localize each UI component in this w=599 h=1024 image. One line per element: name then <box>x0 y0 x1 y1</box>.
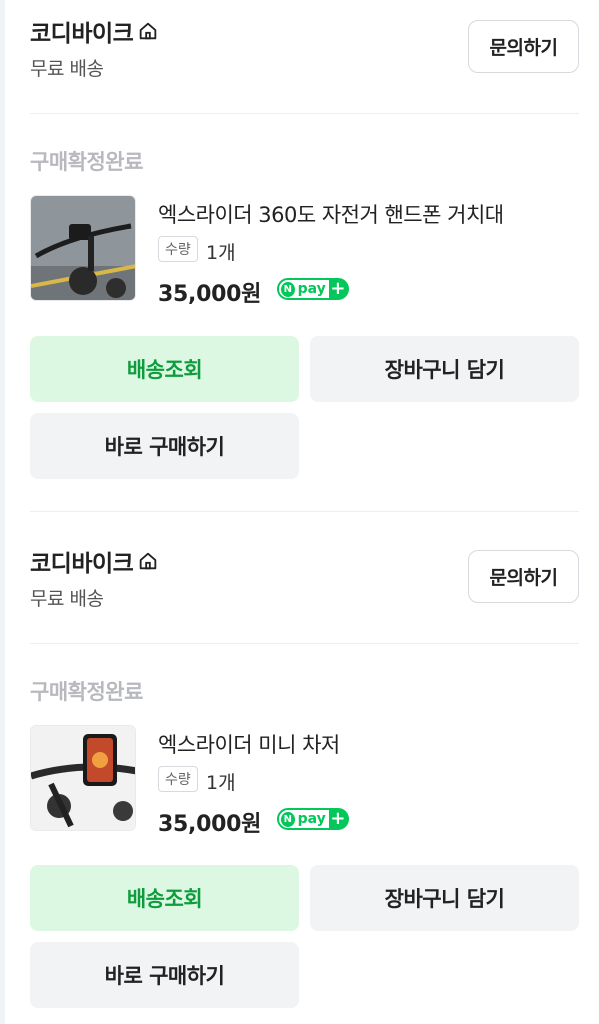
npay-n-icon: N <box>281 811 295 827</box>
npay-badge: N pay + <box>277 278 349 300</box>
order-status: 구매확정완료 <box>30 150 143 174</box>
shipping-info: 무료 배송 <box>30 588 104 610</box>
quantity-value: 1개 <box>206 242 236 264</box>
store-name: 코디바이크 <box>30 551 134 577</box>
store-header: 코디바이크 무료 배송 문의하기 <box>30 530 579 610</box>
store-link[interactable]: 코디바이크 <box>30 544 159 578</box>
inquiry-button[interactable]: 문의하기 <box>468 20 579 73</box>
product-name[interactable]: 엑스라이더 미니 차저 <box>158 729 340 759</box>
order-card: 코디바이크 무료 배송 문의하기 구매확정완료 엑스라이더 미니 차저 수량 1… <box>30 530 579 1024</box>
npay-n-icon: N <box>281 281 295 297</box>
add-to-cart-button[interactable]: 장바구니 담기 <box>310 865 579 931</box>
home-icon <box>140 22 157 40</box>
store-name: 코디바이크 <box>30 21 134 47</box>
plus-icon: + <box>328 808 347 829</box>
quantity-value: 1개 <box>206 772 236 794</box>
npay-label: pay <box>297 811 326 827</box>
product-price: 35,000원 <box>158 282 262 307</box>
quantity-badge: 수량 <box>158 236 198 262</box>
store-link[interactable]: 코디바이크 <box>30 14 159 48</box>
divider <box>30 643 579 644</box>
track-delivery-button[interactable]: 배송조회 <box>30 865 299 931</box>
add-to-cart-button[interactable]: 장바구니 담기 <box>310 336 579 402</box>
product-image <box>31 196 135 300</box>
quantity-badge: 수량 <box>158 766 198 792</box>
shipping-info: 무료 배송 <box>30 58 104 80</box>
order-status: 구매확정완료 <box>30 680 143 704</box>
buy-now-button[interactable]: 바로 구매하기 <box>30 942 299 1008</box>
npay-label: pay <box>297 281 326 297</box>
product-thumbnail[interactable] <box>30 725 136 831</box>
divider <box>30 113 579 114</box>
section-divider <box>30 511 579 512</box>
product-price: 35,000원 <box>158 812 262 837</box>
product-thumbnail[interactable] <box>30 195 136 301</box>
product-image <box>31 726 135 830</box>
inquiry-button[interactable]: 문의하기 <box>468 550 579 603</box>
page-edge <box>0 0 5 1024</box>
track-delivery-button[interactable]: 배송조회 <box>30 336 299 402</box>
plus-icon: + <box>328 278 347 299</box>
buy-now-button[interactable]: 바로 구매하기 <box>30 413 299 479</box>
home-icon <box>140 552 157 570</box>
order-card: 코디바이크 무료 배송 문의하기 구매확정완료 엑스라이더 360도 자전거 핸… <box>30 0 579 510</box>
npay-badge: N pay + <box>277 808 349 830</box>
product-name[interactable]: 엑스라이더 360도 자전거 핸드폰 거치대 <box>158 199 504 229</box>
store-header: 코디바이크 무료 배송 문의하기 <box>30 0 579 80</box>
